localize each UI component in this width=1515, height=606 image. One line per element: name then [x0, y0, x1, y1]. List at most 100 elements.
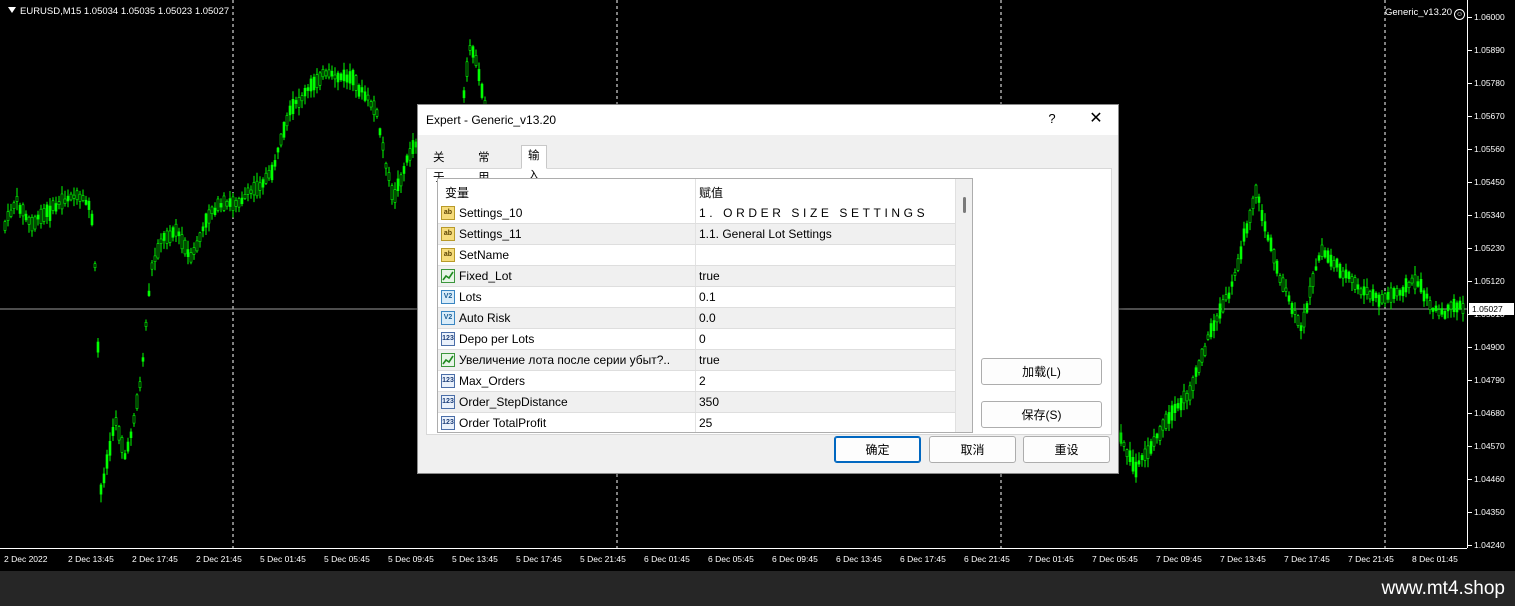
table-row[interactable]: V2 Lots 0.1	[438, 287, 955, 308]
string-type-icon: ab	[441, 227, 455, 241]
table-row[interactable]: 123 Depo per Lots 0	[438, 329, 955, 350]
candle	[1395, 285, 1399, 301]
param-value[interactable]: 1. ORDER SIZE SETTINGS	[699, 206, 928, 220]
price-tick-label: 1.04460	[1468, 474, 1505, 484]
table-row[interactable]: 123 Order_StepDistance 350	[438, 392, 955, 413]
candle	[255, 172, 259, 199]
candle	[1410, 274, 1414, 286]
table-row[interactable]: 123 Order TotalProfit 25	[438, 413, 955, 432]
scrollbar-thumb[interactable]	[963, 197, 966, 213]
table-rows: ab Settings_10 1. ORDER SIZE SETTINGS ab Set…	[438, 203, 955, 432]
time-tick-label: 2 Dec 13:45	[68, 554, 114, 564]
candle	[249, 185, 253, 199]
table-row[interactable]: 123 Max_Orders 2	[438, 371, 955, 392]
candle	[12, 200, 16, 215]
tab-common[interactable]: 常用	[471, 147, 497, 184]
candle	[195, 236, 199, 253]
candle	[24, 210, 28, 223]
reset-button[interactable]: 重设	[1023, 436, 1110, 463]
candle	[252, 175, 256, 203]
candle	[1374, 291, 1378, 303]
param-value[interactable]: 25	[699, 416, 712, 430]
time-axis: 2 Dec 2022 2 Dec 13:45 2 Dec 17:45 2 Dec 21…	[0, 548, 1467, 571]
table-row[interactable]: V2 Auto Risk 0.0	[438, 308, 955, 329]
candle	[1263, 213, 1267, 238]
candle	[270, 162, 274, 183]
candle	[399, 172, 403, 193]
expert-advisor-label[interactable]: Generic_v13.20 ☺	[1385, 7, 1466, 20]
cancel-button[interactable]: 取消	[929, 436, 1016, 463]
param-name: Max_Orders	[459, 374, 526, 388]
candle	[207, 204, 211, 232]
candle	[312, 73, 316, 98]
tab-inputs[interactable]: 输入参数	[521, 145, 547, 222]
save-button[interactable]: 保存(S)	[981, 401, 1102, 428]
param-value[interactable]: 0	[699, 332, 706, 346]
table-row[interactable]: Увеличение лота после серии убыт?.. true	[438, 350, 955, 371]
close-button[interactable]: ✕	[1086, 108, 1106, 128]
candle	[315, 68, 319, 94]
candle	[1314, 258, 1318, 271]
candle	[1407, 280, 1411, 294]
candle	[198, 231, 202, 248]
column-value[interactable]: 赋值	[699, 184, 723, 201]
candle	[1356, 278, 1360, 295]
candle	[288, 100, 292, 122]
candle	[1371, 284, 1375, 307]
table-row[interactable]: ab Settings_10 1. ORDER SIZE SETTINGS	[438, 203, 955, 224]
candle	[213, 202, 217, 217]
candle	[1149, 438, 1153, 456]
candle	[63, 190, 67, 207]
candle	[96, 338, 100, 358]
param-name: Order TotalProfit	[459, 416, 547, 430]
param-name: Увеличение лота после серии убыт?..	[459, 353, 671, 367]
time-tick-label: 7 Dec 09:45	[1156, 554, 1202, 564]
candle	[1332, 256, 1336, 272]
candle	[189, 247, 193, 265]
candle	[1119, 424, 1123, 447]
param-value[interactable]: 2	[699, 374, 706, 388]
time-tick-label: 5 Dec 17:45	[516, 554, 562, 564]
candle	[1248, 208, 1252, 231]
param-name: Fixed_Lot	[459, 269, 512, 283]
param-name: Order_StepDistance	[459, 395, 568, 409]
candle	[1260, 204, 1264, 227]
tab-about[interactable]: 关于	[426, 147, 452, 184]
param-value[interactable]: 350	[699, 395, 719, 409]
table-row[interactable]: ab SetName	[438, 245, 955, 266]
candle	[99, 482, 103, 503]
table-row[interactable]: Fixed_Lot true	[438, 266, 955, 287]
help-button[interactable]: ?	[1044, 111, 1060, 126]
price-tick-label: 1.04570	[1468, 441, 1505, 451]
param-value[interactable]: 0.1	[699, 290, 716, 304]
table-row[interactable]: ab Settings_11 1.1. General Lot Settings	[438, 224, 955, 245]
candle	[1434, 301, 1438, 313]
candle	[1200, 348, 1204, 366]
price-tick-label: 1.05560	[1468, 144, 1505, 154]
param-value[interactable]: true	[699, 269, 720, 283]
candle	[468, 39, 472, 56]
param-value[interactable]: 0.0	[699, 311, 716, 325]
column-variable[interactable]: 变量	[445, 184, 469, 201]
candle	[1128, 441, 1132, 466]
candle	[1389, 282, 1393, 310]
candle	[1152, 428, 1156, 451]
candle	[258, 176, 262, 199]
candle	[159, 233, 163, 253]
candle	[462, 86, 466, 103]
candle	[105, 449, 109, 475]
ok-button[interactable]: 确定	[834, 436, 921, 463]
param-value[interactable]: 1.1. General Lot Settings	[699, 227, 832, 241]
candle	[1377, 292, 1381, 316]
candle	[72, 187, 76, 207]
param-value[interactable]: true	[699, 353, 720, 367]
candle	[1281, 273, 1285, 293]
dialog-titlebar[interactable]: Expert - Generic_v13.20 ? ✕	[418, 105, 1118, 135]
inputs-table: 变量 赋值 ab Settings_10 1. ORDER SIZE SETTING…	[437, 178, 973, 433]
candle	[1302, 303, 1306, 334]
candle	[219, 198, 223, 213]
load-button[interactable]: 加载(L)	[981, 358, 1102, 385]
vertical-scrollbar[interactable]	[955, 179, 972, 432]
candle	[183, 237, 187, 257]
candle	[396, 170, 400, 197]
